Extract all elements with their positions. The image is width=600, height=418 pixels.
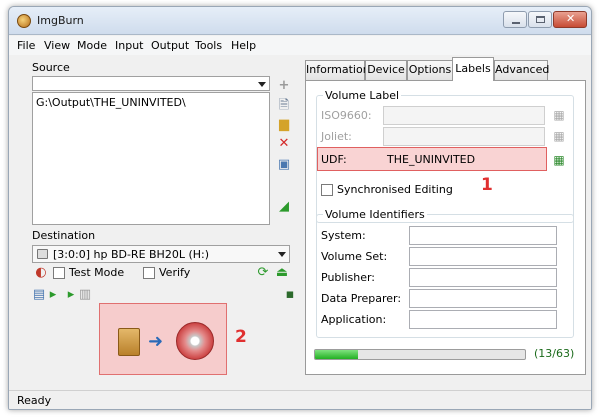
synchronised-editing-label: Synchronised Editing [337,183,453,196]
copy-icon[interactable]: ▦ [551,107,567,123]
tab-information[interactable]: Information [305,60,370,80]
test-mode-label: Test Mode [69,266,125,279]
source-label: Source [32,61,70,74]
source-list[interactable]: G:\Output\THE_UNINVITED\ [32,92,270,225]
maximize-icon [536,16,545,23]
data-preparer-field[interactable] [409,289,557,308]
menu-view[interactable]: View [44,39,70,52]
tab-labels[interactable]: Labels [452,57,494,81]
destination-label: Destination [32,229,96,242]
erase-disc-icon[interactable]: ◐ [33,265,49,281]
iso9660-field[interactable] [383,106,545,125]
application-field[interactable] [409,310,557,329]
tab-advanced[interactable]: Advanced [494,60,549,80]
tab-device[interactable]: Device [365,60,407,80]
publisher-label: Publisher: [321,271,376,284]
eject-icon[interactable]: ⏏ [274,265,290,281]
system-label: System: [321,229,366,242]
udf-label: UDF: [321,153,347,166]
data-preparer-label: Data Preparer: [321,292,402,305]
source-list-item[interactable]: G:\Output\THE_UNINVITED\ [36,96,186,109]
status-bar: Ready [9,390,591,409]
folder-icon [118,328,140,356]
menu-mode[interactable]: Mode [77,39,107,52]
status-text: Ready [17,394,52,407]
copy-icon[interactable]: ▦ [551,152,567,168]
progress-fill [315,350,359,359]
chevron-down-icon [258,82,266,87]
menu-output[interactable]: Output [151,39,189,52]
drive-icon [37,249,48,259]
test-mode-checkbox[interactable] [53,267,65,279]
synchronised-editing-checkbox[interactable] [321,184,333,196]
skip-icon[interactable]: ▥ [77,287,93,303]
close-button[interactable]: ✕ [553,11,587,28]
udf-field[interactable]: THE_UNINVITED [387,153,475,166]
imgburn-app-icon [17,14,31,28]
maximize-button[interactable] [528,11,552,28]
close-icon: ✕ [566,12,576,25]
verify-label: Verify [159,266,191,279]
minimize-icon [512,22,520,24]
menu-bar: File View Mode Input Output Tools Help [9,36,591,55]
refresh-icon[interactable]: ⟳ [255,265,271,281]
copy-icon[interactable]: ▦ [551,128,567,144]
window-title: ImgBurn [37,14,84,27]
settings-tabs: Information Device Options Labels Advanc… [305,57,586,375]
imgburn-window: ImgBurn ✕ File View Mode Input Output To… [8,6,592,410]
arrow-right-icon: ➜ [148,331,164,352]
publisher-field[interactable] [409,268,557,287]
destination-drive-value: [3:0:0] hp BD-RE BH20L (H:) [53,248,210,261]
progress-bar [314,349,526,360]
joliet-field[interactable] [383,127,545,146]
build-icon[interactable]: ◢ [276,199,292,215]
calculate-icon[interactable]: ▣ [276,157,292,173]
menu-input[interactable]: Input [115,39,143,52]
progress-text: (13/63) [534,347,575,360]
browse-file-icon[interactable]: 🗎 [276,98,292,114]
build-button[interactable]: ➜ [99,303,227,375]
title-bar[interactable]: ImgBurn ✕ [9,7,591,35]
destination-drive-select[interactable]: [3:0:0] hp BD-RE BH20L (H:) [32,245,290,263]
joliet-label: Joliet: [321,130,352,143]
console-icon[interactable]: ▪ [282,287,298,303]
browse-folder-icon[interactable]: ▆ [276,117,292,133]
verify-checkbox[interactable] [143,267,155,279]
chevron-down-icon [278,252,286,257]
labels-tab-page: Volume Label ISO9660: ▦ Joliet: ▦ UDF: T… [305,80,586,375]
minimize-button[interactable] [503,11,527,28]
volume-identifiers-title: Volume Identifiers [323,208,427,221]
menu-help[interactable]: Help [231,39,256,52]
volume-set-label: Volume Set: [321,250,388,263]
disc-icon [176,322,214,360]
volume-label-title: Volume Label [323,89,402,102]
volume-identifiers-group: Volume Identifiers System: Volume Set: P… [316,208,574,338]
remove-icon[interactable]: ✕ [276,136,292,152]
volume-set-field[interactable] [409,247,557,266]
menu-file[interactable]: File [17,39,35,52]
volume-label-group: Volume Label ISO9660: ▦ Joliet: ▦ UDF: T… [316,89,574,223]
add-icon[interactable]: + [276,78,292,94]
tab-options[interactable]: Options [407,60,453,80]
annotation-number-1: 1 [481,175,493,195]
system-field[interactable] [409,226,557,245]
source-combo[interactable] [32,76,270,91]
application-label: Application: [321,313,387,326]
iso9660-label: ISO9660: [321,109,372,122]
play-icon[interactable]: ▸ [45,287,61,303]
menu-tools[interactable]: Tools [195,39,222,52]
annotation-number-2: 2 [235,327,247,347]
